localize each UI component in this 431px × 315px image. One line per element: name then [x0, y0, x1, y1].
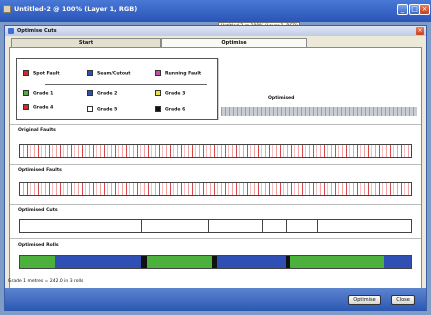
legend-label: Grade 5	[97, 107, 118, 113]
legend-grade-3: Grade 3	[155, 90, 185, 97]
legend-seam-cutout: Seam/Cutout	[87, 70, 130, 77]
roll-segment	[55, 256, 142, 268]
legend-label: Grade 4	[33, 105, 54, 111]
cut-marker	[141, 220, 143, 232]
optimised-faults-title: Optimised Faults	[18, 168, 62, 173]
legend-grade-4: Grade 4	[23, 104, 53, 111]
cut-marker	[317, 220, 319, 232]
optimised-cuts-strip	[19, 219, 412, 233]
roll-segment	[147, 256, 212, 268]
legend-label: Grade 6	[165, 107, 186, 113]
legend-swatch	[87, 106, 93, 112]
legend-label: Grade 1	[33, 91, 54, 97]
minimize-button[interactable]: _	[397, 4, 408, 15]
optimise-cuts-dialog: Optimise Cuts × Start Optimise Spot Faul…	[4, 25, 427, 311]
optimised-rolls-title: Optimised Rolls	[18, 243, 59, 248]
legend-label: Running Fault	[165, 71, 202, 77]
section-separator	[10, 204, 421, 205]
cut-marker	[262, 220, 264, 232]
dialog-footer: Grade 1 metres = 242.0 in 3 rolls Optimi…	[5, 279, 426, 311]
legend-swatch	[87, 70, 93, 76]
dialog-title: Optimise Cuts	[17, 28, 57, 34]
original-faults-strip	[19, 144, 412, 158]
legend-swatch	[155, 90, 161, 96]
optimised-rolls-strip	[19, 255, 412, 269]
roll-segment	[289, 256, 384, 268]
window-title: Untitled-2 @ 100% (Layer 1, RGB)	[14, 5, 138, 13]
window-titlebar: Untitled-2 @ 100% (Layer 1, RGB) _ □ ×	[0, 0, 431, 22]
legend-swatch	[87, 90, 93, 96]
legend-running-fault: Running Fault	[155, 70, 201, 77]
legend-swatch	[23, 90, 29, 96]
tab-start[interactable]: Start	[11, 38, 161, 47]
window-close-button[interactable]: ×	[419, 4, 430, 15]
legend-label: Seam/Cutout	[97, 71, 131, 77]
optimised-label: Optimised	[268, 96, 295, 101]
dialog-close-button[interactable]: ×	[416, 27, 424, 35]
optimised-cuts-title: Optimised Cuts	[18, 208, 58, 213]
dialog-titlebar: Optimise Cuts ×	[5, 26, 426, 36]
roll-segment	[20, 256, 56, 268]
legend-grade-2: Grade 2	[87, 90, 117, 97]
legend-label: Spot Fault	[33, 71, 60, 77]
section-separator	[10, 164, 421, 165]
section-separator	[10, 238, 421, 239]
status-text: Grade 1 metres = 242.0 in 3 rolls	[8, 279, 84, 284]
close-button[interactable]: Close	[391, 295, 415, 305]
legend-grade-6: Grade 6	[155, 106, 185, 113]
original-faults-title: Original Faults	[18, 128, 56, 133]
legend-spot-fault: Spot Fault	[23, 70, 60, 77]
legend-divider	[45, 84, 207, 85]
app-icon	[3, 5, 11, 13]
optimise-panel: Spot Fault Seam/Cutout Running Fault Gra…	[9, 47, 422, 297]
optimised-faults-strip	[19, 182, 412, 196]
legend-swatch	[155, 106, 161, 112]
cut-marker	[207, 220, 209, 232]
roll-segment	[383, 256, 411, 268]
tab-optimise[interactable]: Optimise	[161, 38, 307, 47]
legend-swatch	[155, 70, 161, 76]
legend-swatch	[23, 70, 29, 76]
legend-divider-vertical	[218, 58, 219, 120]
legend-swatch	[23, 104, 29, 110]
legend-label: Grade 3	[165, 91, 186, 97]
optimised-progress-bar	[221, 107, 417, 116]
cut-marker	[285, 220, 287, 232]
legend: Spot Fault Seam/Cutout Running Fault Gra…	[16, 58, 218, 120]
legend-label: Grade 2	[97, 91, 118, 97]
dialog-icon	[8, 28, 14, 34]
optimise-button[interactable]: Optimise	[348, 295, 381, 305]
section-separator	[10, 124, 421, 125]
legend-grade-5: Grade 5	[87, 106, 117, 113]
roll-segment	[217, 256, 286, 268]
legend-grade-1: Grade 1	[23, 90, 53, 97]
